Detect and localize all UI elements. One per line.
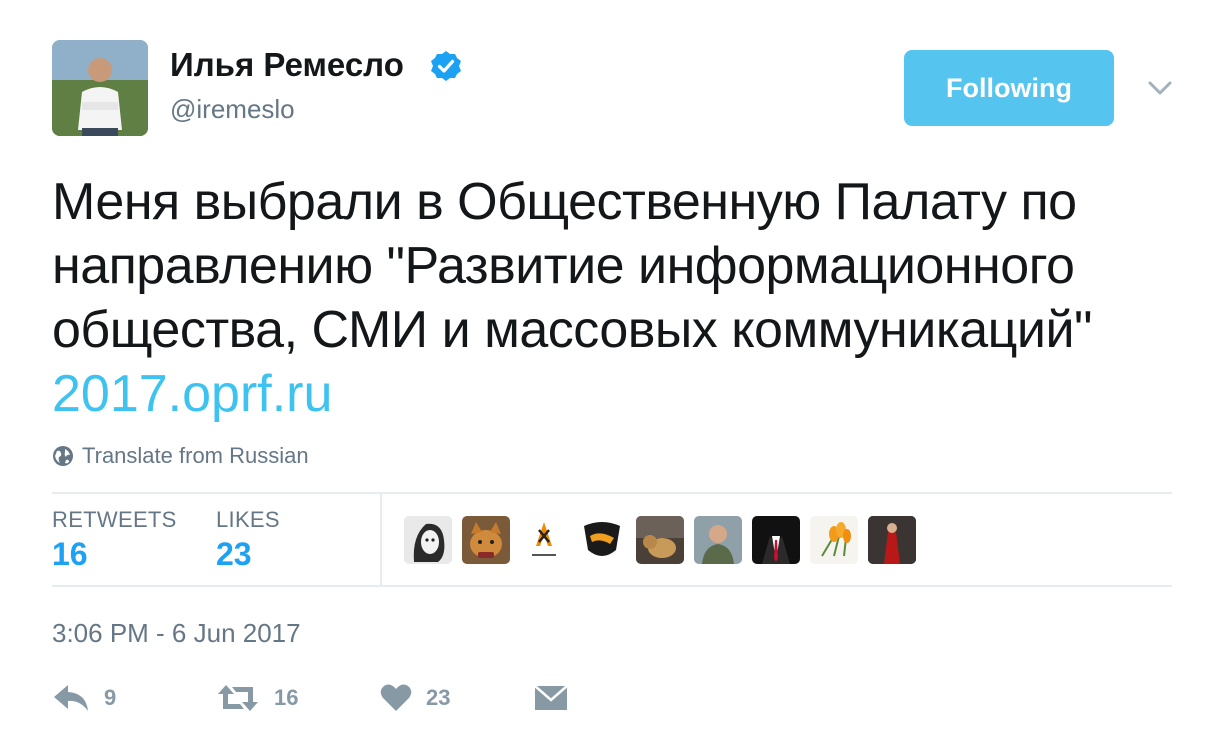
author-name[interactable]: Илья Ремесло (170, 46, 404, 84)
liker-avatar[interactable] (636, 516, 684, 564)
likes-count[interactable]: 23 (216, 536, 252, 573)
liker-avatar[interactable] (578, 516, 626, 564)
likes-label[interactable]: LIKES (216, 507, 280, 533)
translate-link[interactable]: Translate from Russian (52, 443, 309, 469)
chevron-down-icon[interactable] (1146, 74, 1174, 102)
liker-avatar[interactable] (404, 516, 452, 564)
reply-icon (54, 685, 88, 711)
liker-avatars (404, 516, 926, 564)
liker-avatar[interactable] (462, 516, 510, 564)
liker-avatar[interactable] (752, 516, 800, 564)
verified-badge-icon (431, 51, 461, 81)
liker-avatar[interactable] (868, 516, 916, 564)
direct-message-button[interactable] (534, 676, 568, 720)
liker-avatar[interactable] (520, 516, 568, 564)
translate-label: Translate from Russian (82, 443, 309, 468)
globe-icon (53, 446, 73, 466)
stats-vertical-divider (380, 493, 382, 586)
stats-bottom-divider (52, 585, 1172, 587)
heart-icon (380, 684, 412, 711)
envelope-icon (534, 685, 568, 710)
author-handle[interactable]: @iremeslo (170, 94, 295, 125)
tweet-link[interactable]: 2017.oprf.ru (52, 362, 332, 426)
retweets-count[interactable]: 16 (52, 536, 88, 573)
retweet-count: 16 (274, 685, 299, 710)
liker-avatar[interactable] (694, 516, 742, 564)
following-button[interactable]: Following (904, 50, 1114, 126)
reply-button[interactable]: 9 (52, 676, 116, 720)
retweet-icon (218, 685, 258, 711)
retweet-button[interactable]: 16 (216, 676, 298, 720)
tweet-timestamp[interactable]: 3:06 PM - 6 Jun 2017 (52, 618, 301, 649)
like-count: 23 (426, 685, 451, 710)
stats-top-divider (52, 492, 1172, 494)
reply-count: 9 (104, 685, 117, 710)
retweets-label[interactable]: RETWEETS (52, 507, 177, 533)
author-avatar[interactable] (52, 40, 148, 136)
tweet-text: Меня выбрали в Общественную Палату по на… (52, 173, 1092, 359)
liker-avatar[interactable] (810, 516, 858, 564)
like-button[interactable]: 23 (380, 676, 450, 720)
